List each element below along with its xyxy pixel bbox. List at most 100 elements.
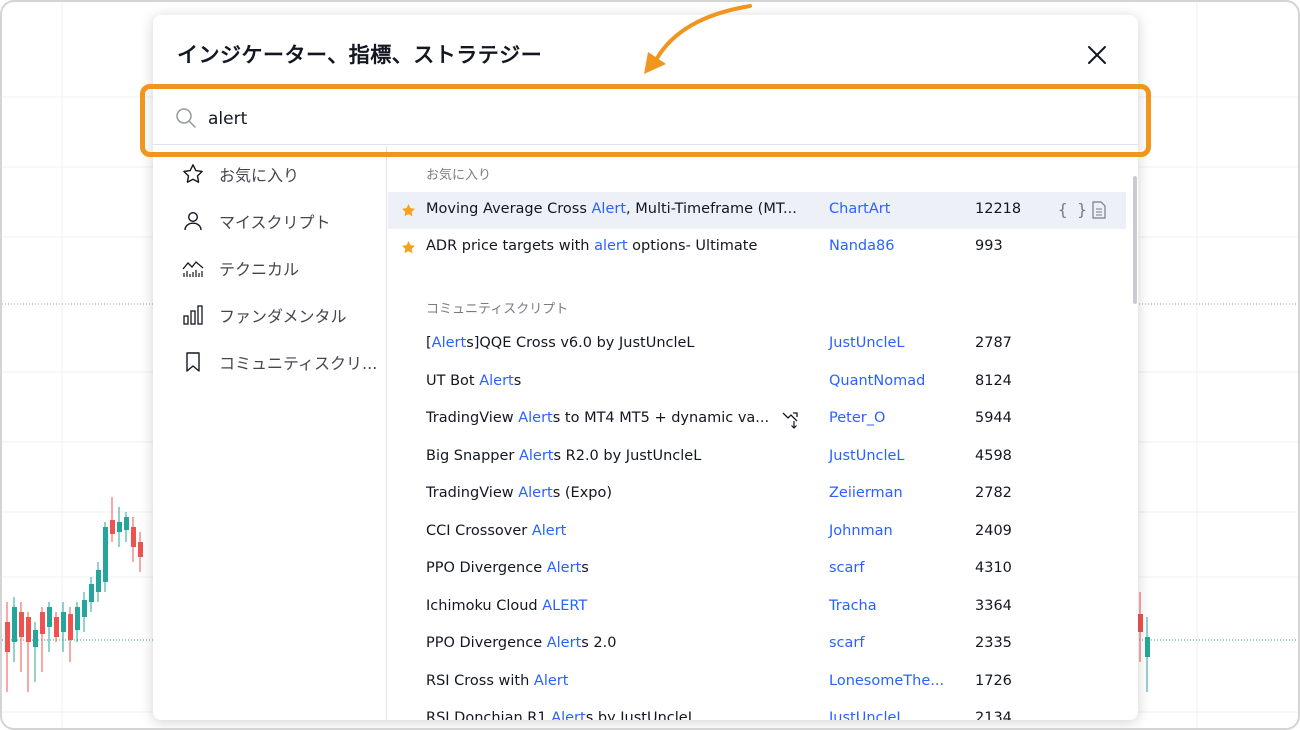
candle-body bbox=[40, 612, 45, 634]
candle-body bbox=[47, 607, 52, 627]
candle-body bbox=[138, 542, 143, 557]
list-item[interactable]: TradingView Alerts to MT4 MT5 + dynamic … bbox=[388, 401, 1126, 438]
script-author[interactable]: JustUncleL bbox=[829, 710, 905, 720]
screenshot-frame: インジケーター、指標、ストラテジー お気に入り bbox=[0, 0, 1300, 730]
bar-chart-icon bbox=[180, 302, 206, 328]
candle-body bbox=[117, 522, 122, 532]
script-name: [Alerts]QQE Cross v6.0 by JustUncleL bbox=[426, 335, 695, 351]
sidebar-item-label: お気に入り bbox=[219, 166, 300, 185]
script-likes-count: 4598 bbox=[975, 447, 1012, 464]
script-author[interactable]: scarf bbox=[829, 635, 864, 651]
document-icon[interactable] bbox=[1091, 201, 1107, 219]
candle-body bbox=[33, 630, 38, 647]
script-likes-count: 1726 bbox=[975, 672, 1012, 689]
candlesticks-right bbox=[1138, 592, 1150, 692]
strategy-arrows-icon bbox=[782, 412, 798, 429]
scrollbar-thumb[interactable] bbox=[1133, 176, 1137, 304]
script-likes-count: 3364 bbox=[975, 597, 1012, 614]
script-name: PPO Divergence Alerts 2.0 bbox=[426, 635, 617, 651]
source-code-icon[interactable]: { } bbox=[1058, 200, 1087, 219]
sidebar-item-label: マイスクリプト bbox=[219, 213, 331, 232]
sidebar-item-fundamental[interactable]: ファンダメンタル bbox=[153, 295, 387, 335]
star-outline-icon bbox=[180, 161, 206, 187]
dialog-title: インジケーター、指標、ストラテジー bbox=[177, 43, 543, 67]
sidebar-item-my-scripts[interactable]: マイスクリプト bbox=[153, 201, 387, 241]
candle-body bbox=[96, 570, 101, 592]
script-name: Ichimoku Cloud ALERT bbox=[426, 597, 588, 614]
list-item[interactable]: Big Snapper Alerts R2.0 by JustUncleL Jus… bbox=[388, 439, 1126, 476]
script-name: RSI Cross with Alert bbox=[426, 672, 569, 689]
script-author[interactable]: Zeiierman bbox=[829, 485, 903, 501]
candle-body bbox=[68, 614, 73, 640]
list-item[interactable]: TradingView Alerts (Expo) Zeiierman 2782 bbox=[388, 476, 1126, 513]
candle-body bbox=[131, 527, 136, 547]
list-item[interactable]: [Alerts]QQE Cross v6.0 by JustUncleL Just… bbox=[388, 326, 1126, 363]
candle-body bbox=[26, 617, 31, 642]
sidebar-item-label: ファンダメンタル bbox=[219, 307, 347, 326]
script-likes-count: 2782 bbox=[975, 485, 1012, 501]
script-author[interactable]: JustUncleL bbox=[829, 335, 905, 351]
script-likes-count: 2134 bbox=[975, 710, 1012, 720]
script-name: PPO Divergence Alerts bbox=[426, 560, 589, 576]
script-author[interactable]: ChartArt bbox=[829, 201, 890, 217]
script-likes-count: 2335 bbox=[975, 635, 1012, 651]
script-likes-count: 2787 bbox=[975, 335, 1012, 351]
star-filled-icon[interactable] bbox=[400, 202, 417, 219]
candle-body bbox=[75, 607, 80, 630]
candle-body bbox=[103, 527, 108, 582]
script-likes-count: 8124 bbox=[975, 372, 1012, 389]
list-item[interactable]: Moving Average Cross Alert, Multi-Timefr… bbox=[388, 192, 1126, 229]
script-name: CCI Crossover Alert bbox=[426, 522, 567, 539]
list-item[interactable]: PPO Divergence Alerts 2.0 scarf 2335 bbox=[388, 626, 1126, 663]
results-list: お気に入り Moving Average Cross Alert, Multi-… bbox=[388, 146, 1138, 720]
candle-body bbox=[19, 612, 24, 637]
list-item[interactable]: UT Bot Alerts QuantNomad 8124 bbox=[388, 364, 1126, 401]
list-item[interactable]: RSI Donchian R1 Alerts by JustUncleL Just… bbox=[388, 701, 1126, 720]
candle-body bbox=[124, 517, 129, 530]
script-name: Big Snapper Alerts R2.0 by JustUncleL bbox=[426, 447, 702, 464]
script-author[interactable]: QuantNomad bbox=[829, 373, 925, 389]
sidebar-item-favorites[interactable]: お気に入り bbox=[153, 154, 387, 194]
script-likes-count: 5944 bbox=[975, 410, 1012, 426]
script-likes-count: 4310 bbox=[975, 560, 1012, 576]
script-author[interactable]: Peter_O bbox=[829, 410, 885, 426]
script-author[interactable]: Nanda86 bbox=[829, 238, 894, 254]
candle-body bbox=[1138, 614, 1143, 632]
script-likes-count: 12218 bbox=[975, 201, 1022, 217]
list-item[interactable]: Ichimoku Cloud ALERT Tracha 3364 bbox=[388, 589, 1126, 626]
script-author[interactable]: scarf bbox=[829, 560, 864, 576]
script-likes-count: 993 bbox=[975, 238, 1003, 254]
list-item[interactable]: CCI Crossover Alert Johnman 2409 bbox=[388, 514, 1126, 551]
script-author[interactable]: Johnman bbox=[829, 523, 893, 539]
section-header-community: コミュニティスクリプト bbox=[426, 302, 569, 317]
candle-body bbox=[110, 520, 115, 534]
script-name: RSI Donchian R1 Alerts by JustUncleL bbox=[426, 710, 696, 720]
section-header-favorites: お気に入り bbox=[426, 168, 492, 183]
script-name: UT Bot Alerts bbox=[426, 372, 522, 389]
sidebar-item-label: テクニカル bbox=[219, 260, 300, 279]
list-item[interactable]: ADR price targets with alert options- Ul… bbox=[388, 229, 1126, 266]
script-author[interactable]: LonesomeThe... bbox=[829, 673, 944, 689]
script-author[interactable]: JustUncleL bbox=[829, 448, 905, 464]
script-author[interactable]: Tracha bbox=[829, 598, 877, 614]
annotation-arrow-icon bbox=[644, 4, 752, 74]
category-sidebar: お気に入り マイスクリプト テクニカル ファンダメンタル コミュニティスクリ..… bbox=[153, 146, 387, 720]
technical-chart-icon bbox=[180, 255, 206, 281]
script-likes-count: 2409 bbox=[975, 522, 1012, 539]
close-icon[interactable] bbox=[1085, 43, 1109, 67]
star-filled-icon[interactable] bbox=[400, 239, 417, 256]
script-name: ADR price targets with alert options- Ul… bbox=[426, 238, 758, 254]
script-name: Moving Average Cross Alert, Multi-Timefr… bbox=[426, 201, 797, 217]
candle-body bbox=[82, 600, 87, 617]
user-icon bbox=[180, 208, 206, 234]
list-item[interactable]: PPO Divergence Alerts scarf 4310 bbox=[388, 551, 1126, 588]
candlesticks-left bbox=[5, 497, 143, 692]
candle-body bbox=[61, 612, 66, 632]
search-highlight-annotation bbox=[140, 84, 1151, 157]
list-item[interactable]: RSI Cross with Alert LonesomeThe... 1726 bbox=[388, 664, 1126, 701]
sidebar-item-community-scripts[interactable]: コミュニティスクリ... bbox=[153, 342, 387, 382]
sidebar-item-label: コミュニティスクリ... bbox=[219, 354, 378, 373]
candle-body bbox=[89, 584, 94, 602]
sidebar-item-technical[interactable]: テクニカル bbox=[153, 248, 387, 288]
bookmark-icon bbox=[180, 349, 206, 375]
